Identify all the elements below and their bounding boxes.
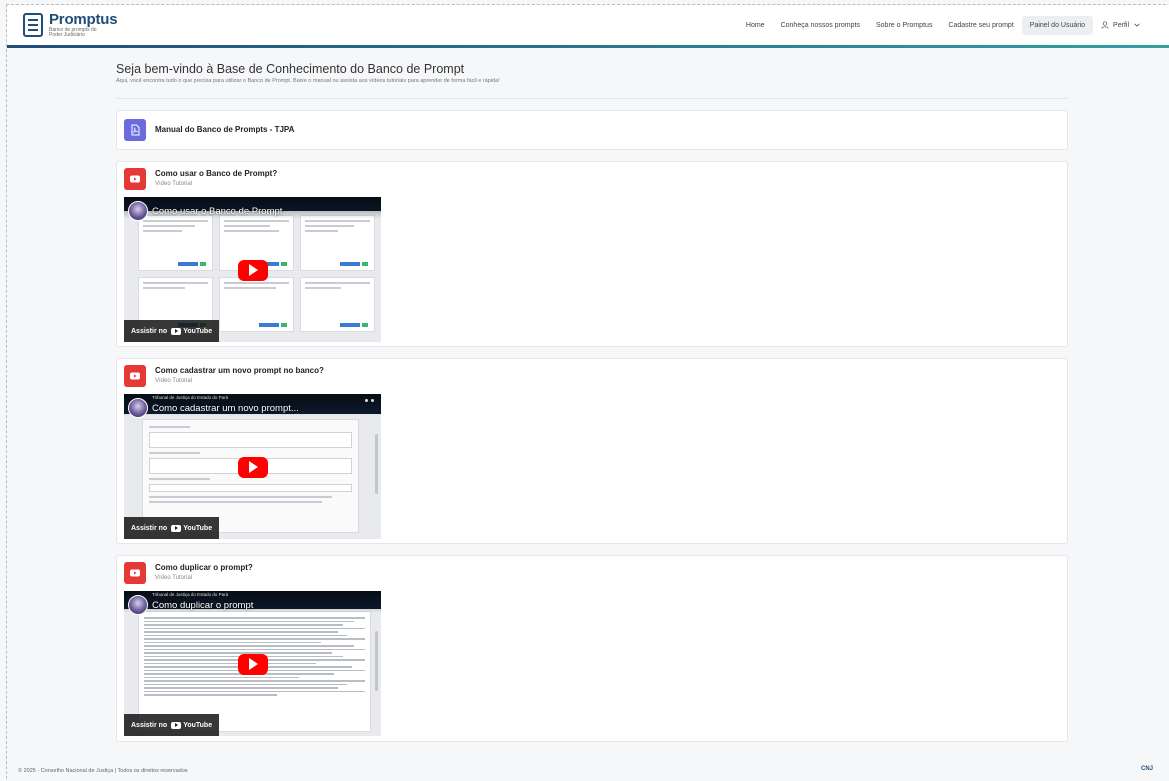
video-card-subtitle: Vídeo Tutorial [155, 378, 193, 384]
watch-on-label: Assistir no [131, 327, 168, 335]
top-navbar: Promptus Banco de prompts do Poder Judic… [7, 5, 1169, 45]
watch-on-label: Assistir no [131, 524, 168, 532]
video-card-title: Como cadastrar um novo prompt no banco? [155, 366, 324, 375]
video-title[interactable]: Como duplicar o prompt [152, 600, 253, 611]
channel-avatar[interactable] [128, 398, 148, 418]
nav-about[interactable]: Sobre o Promptus [868, 16, 940, 35]
profile-label: Perfil [1113, 21, 1129, 29]
user-icon [1101, 21, 1109, 29]
manual-title[interactable]: Manual do Banco de Prompts - TJPA [155, 119, 294, 141]
channel-avatar[interactable] [128, 201, 148, 221]
main-nav: Home Conheça nossos prompts Sobre o Prom… [738, 15, 1149, 35]
video-title[interactable]: Como usar o Banco de Prompt [152, 206, 282, 217]
youtube-icon [124, 365, 146, 387]
video-card-subtitle: Vídeo Tutorial [155, 181, 193, 187]
footer-logos: CNJ [1141, 766, 1153, 772]
watch-on-youtube-button[interactable]: Assistir no YouTube [124, 714, 220, 736]
video-player[interactable]: Tribunal de Justiça do Estado do Pará Co… [124, 394, 381, 539]
play-button[interactable] [237, 653, 268, 675]
promptus-logo[interactable]: Promptus Banco de prompts do Poder Judic… [23, 10, 118, 39]
video-card-title: Como usar o Banco de Prompt? [155, 169, 278, 178]
watch-on-label: Assistir no [131, 721, 168, 729]
welcome-section: Seja bem-vindo à Base de Conhecimento do… [116, 62, 1068, 99]
chevron-down-icon [1134, 23, 1140, 27]
play-button[interactable] [237, 456, 268, 478]
nav-register-prompt[interactable]: Cadastre seu prompt [940, 16, 1021, 35]
logo-title: Promptus [49, 10, 118, 28]
video-card-subtitle: Vídeo Tutorial [155, 575, 193, 581]
footer-copyright: © 2025 · Conselho Nacional de Justiça | … [18, 768, 188, 774]
video-player[interactable]: Tribunal de Justiça do Estado do Pará Co… [124, 591, 381, 736]
video-card: Como duplicar o prompt? Vídeo Tutorial T… [116, 555, 1068, 742]
header-accent-bar [7, 45, 1169, 48]
video-card-title: Como duplicar o prompt? [155, 563, 253, 572]
nav-home[interactable]: Home [738, 16, 773, 35]
video-card: Como usar o Banco de Prompt? Vídeo Tutor… [116, 161, 1068, 347]
page-title: Seja bem-vindo à Base de Conhecimento do… [116, 62, 465, 76]
cnj-logo-icon: CNJ [1140, 766, 1153, 772]
channel-avatar[interactable] [128, 595, 148, 615]
more-options-icon[interactable] [365, 399, 375, 404]
watch-on-youtube-button[interactable]: Assistir no YouTube [124, 320, 220, 342]
watch-on-youtube-button[interactable]: Assistir no YouTube [124, 517, 220, 539]
scrollbar [375, 434, 378, 494]
youtube-icon [124, 168, 146, 190]
profile-menu[interactable]: Perfil [1093, 15, 1149, 35]
video-channel[interactable]: Tribunal de Justiça do Estado do Pará [152, 395, 228, 400]
divider [116, 98, 1068, 99]
manual-card[interactable]: Manual do Banco de Prompts - TJPA [116, 110, 1068, 150]
document-icon [23, 13, 43, 37]
nav-user-panel[interactable]: Painel do Usuário [1021, 15, 1094, 35]
video-channel[interactable]: Tribunal de Justiça do Estado do Pará [152, 592, 228, 597]
video-player[interactable]: Como usar o Banco de Prompt Assistir no … [124, 197, 381, 342]
play-button[interactable] [237, 259, 268, 281]
scrollbar [375, 631, 378, 691]
page-subtitle: Aqui, você encontra tudo o que precisa p… [116, 78, 500, 84]
pdf-icon [124, 119, 146, 141]
video-card: Como cadastrar um novo prompt no banco? … [116, 358, 1068, 544]
youtube-logo-icon: YouTube [171, 327, 212, 335]
logo-subtitle: Banco de prompts do Poder Judiciário [49, 26, 97, 38]
youtube-logo-icon: YouTube [171, 721, 212, 729]
video-title[interactable]: Como cadastrar um novo prompt... [152, 403, 299, 414]
youtube-logo-icon: YouTube [171, 524, 212, 532]
youtube-icon [124, 562, 146, 584]
nav-prompts[interactable]: Conheça nossos prompts [773, 16, 868, 35]
